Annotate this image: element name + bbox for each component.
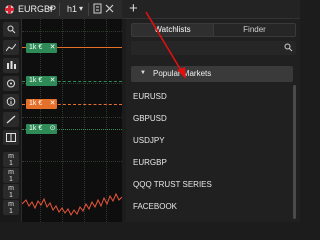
chart-type-icon: [7, 61, 16, 69]
tab-finder[interactable]: Finder: [214, 24, 295, 36]
search-icon[interactable]: [284, 43, 293, 52]
search-tool-button[interactable]: [3, 22, 19, 37]
scrollbar[interactable]: [293, 85, 296, 219]
order-size: 1k: [29, 100, 37, 107]
order-size: 1k: [29, 125, 37, 132]
grid-line: [22, 161, 122, 162]
timeframe-sub: 1: [9, 160, 13, 167]
instrument-tab[interactable]: EURGBP ▾ h1 ▾: [0, 0, 122, 19]
timeframe-sub: 1: [9, 176, 13, 183]
grid-line: [22, 117, 122, 118]
timeframe-selector[interactable]: h1: [67, 4, 77, 14]
order-currency: €: [38, 100, 43, 107]
close-order-icon[interactable]: ✕: [49, 44, 56, 52]
grid-line: [22, 31, 122, 32]
market-item[interactable]: FACEBOOK: [131, 196, 291, 218]
market-item[interactable]: EURUSD: [131, 86, 291, 108]
close-position-icon[interactable]: ✕: [49, 100, 56, 108]
position-badge[interactable]: 1k € ✕: [26, 99, 57, 109]
indicator-icon: [7, 79, 15, 88]
timeframe-m1-button-3[interactable]: m1: [3, 184, 19, 199]
order-target-icon[interactable]: ⊙: [49, 125, 56, 133]
search-input[interactable]: [131, 41, 296, 55]
symbol-dropdown-chevron-icon[interactable]: ▾: [49, 4, 53, 13]
drawing-icon: [6, 115, 16, 124]
chart-tool-button[interactable]: [3, 40, 19, 55]
price-chart[interactable]: 1k € ✕ 1k € ✕ 1k € ✕ 1k € ⊙: [22, 19, 122, 222]
info-icon: [6, 97, 16, 106]
tab-divider: [59, 3, 60, 16]
timeframe-m1-button-2[interactable]: m1: [3, 168, 19, 183]
section-label: Popular Markets: [153, 69, 212, 78]
timeframe-dropdown-chevron-icon[interactable]: ▾: [79, 4, 83, 13]
close-order-icon[interactable]: ✕: [49, 77, 56, 85]
chart-settings-icon[interactable]: [93, 3, 102, 18]
market-item[interactable]: GBPUSD: [131, 108, 291, 130]
info-button[interactable]: [3, 94, 19, 109]
timeframe-label: m: [8, 169, 14, 176]
timeframe-m1-button-1[interactable]: m1: [3, 152, 19, 167]
indicator-button[interactable]: [3, 76, 19, 91]
top-bar: EURGBP ▾ h1 ▾ +: [0, 0, 300, 19]
order-badge-3[interactable]: 1k € ⊙: [26, 124, 57, 134]
chart-type-button[interactable]: [3, 58, 19, 73]
add-tab-button[interactable]: +: [129, 1, 138, 17]
timeframe-label: m: [8, 153, 14, 160]
layout-button[interactable]: [3, 130, 19, 145]
order-size: 1k: [29, 77, 37, 84]
watchlist-panel: Watchlists Finder ▼ Popular Markets EURU…: [126, 19, 300, 222]
order-currency: €: [38, 44, 43, 51]
search-icon: [7, 25, 15, 34]
market-item[interactable]: USDJPY: [131, 130, 291, 152]
left-toolbar: m1 m1 m1 m1: [0, 19, 22, 222]
panel-tabs: Watchlists Finder: [131, 23, 296, 37]
order-badge-1[interactable]: 1k € ✕: [26, 43, 57, 53]
chart-icon: [5, 43, 17, 52]
timeframe-m1-button-4[interactable]: m1: [3, 200, 19, 215]
tab-divider: [88, 3, 89, 16]
order-currency: €: [38, 77, 43, 84]
order-badge-2[interactable]: 1k € ✕: [26, 76, 57, 86]
eurgbp-flag-icon: [5, 5, 14, 14]
market-item[interactable]: EURGBP: [131, 152, 291, 174]
timeframe-sub: 1: [9, 192, 13, 199]
order-size: 1k: [29, 44, 37, 51]
timeframe-label: m: [8, 201, 14, 208]
tab-watchlists[interactable]: Watchlists: [132, 24, 214, 36]
timeframe-label: m: [8, 185, 14, 192]
layout-icon: [6, 133, 16, 142]
price-line-series: [22, 192, 122, 217]
timeframe-sub: 1: [9, 208, 13, 215]
triangle-down-icon: ▼: [140, 70, 146, 76]
drawing-button[interactable]: [3, 112, 19, 127]
market-item[interactable]: QQQ TRUST SERIES: [131, 174, 291, 196]
popular-markets-header[interactable]: ▼ Popular Markets: [131, 66, 293, 82]
close-tab-icon[interactable]: [105, 3, 114, 18]
order-currency: €: [38, 125, 43, 132]
